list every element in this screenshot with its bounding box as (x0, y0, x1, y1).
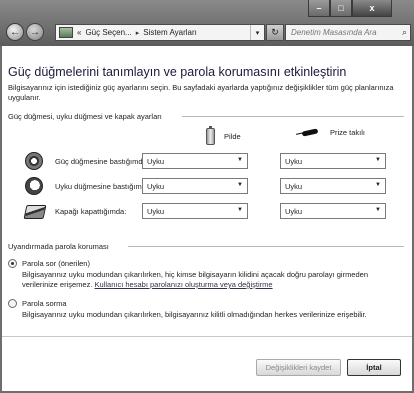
search-icon[interactable]: ⌕ (402, 27, 407, 38)
maximize-button[interactable]: □ (330, 0, 352, 17)
save-changes-button[interactable]: Değişiklikleri kaydet (256, 359, 341, 376)
select-value: Uyku (285, 182, 303, 191)
power-button-plugged-select[interactable]: Uyku ▼ (280, 153, 386, 169)
power-buttons-group-header: Güç düğmesi, uyku düğmesi ve kapak ayarl… (8, 112, 162, 121)
arrow-right-icon: → (30, 26, 40, 38)
breadcrumb-overflow[interactable]: « (77, 28, 81, 37)
chevron-right-icon[interactable]: ▸ (136, 29, 140, 37)
search-input[interactable] (291, 28, 395, 37)
page-title: Güç düğmelerini tanımlayın ve parola kor… (8, 65, 347, 79)
address-dropdown-button[interactable]: ▾ (250, 25, 264, 40)
column-header-plugged: Prize takılı (296, 128, 365, 137)
lid-close-battery-select[interactable]: Uyku ▼ (142, 203, 248, 219)
footer-divider (2, 336, 412, 337)
control-panel-window: – □ x ← → « Güç Seçen... ▸ Sistem Ayarla… (0, 0, 414, 393)
sleep-button-battery-select[interactable]: Uyku ▼ (142, 178, 248, 194)
arrow-left-icon: ← (10, 26, 20, 38)
group-divider (128, 246, 404, 247)
chevron-down-icon: ▼ (237, 207, 243, 213)
chevron-down-icon: ▼ (237, 157, 243, 163)
laptop-lid-icon (23, 205, 47, 219)
no-password-description: Bilgisayarınız uyku modundan çıkarılırke… (22, 310, 367, 319)
battery-icon (206, 126, 215, 145)
sleep-button-plugged-select[interactable]: Uyku ▼ (280, 178, 386, 194)
address-bar[interactable]: « Güç Seçen... ▸ Sistem Ayarları ▾ (55, 24, 265, 41)
refresh-button[interactable]: ↻ (266, 24, 284, 41)
back-button[interactable]: ← (6, 23, 24, 41)
close-button[interactable]: x (352, 0, 392, 17)
column-label-plugged: Prize takılı (330, 128, 366, 137)
power-button-battery-select[interactable]: Uyku ▼ (142, 153, 248, 169)
lid-close-row: Kapağı kapattığımda: Uyku ▼ Uyku ▼ (23, 203, 395, 220)
power-plug-icon (296, 129, 322, 136)
no-password-radio[interactable] (8, 299, 17, 308)
sleep-icon (25, 177, 43, 195)
search-box[interactable]: ⌕ (285, 24, 411, 41)
change-password-link[interactable]: Kullanıcı hesabı parolanızı oluşturma ve… (95, 280, 273, 289)
select-value: Uyku (285, 157, 303, 166)
chevron-down-icon: ▾ (255, 29, 260, 37)
chevron-down-icon: ▼ (375, 182, 381, 188)
require-password-description: Bilgisayarınız uyku modundan çıkarılırke… (22, 270, 402, 290)
require-password-label[interactable]: Parola sor (önerilen) (22, 259, 90, 268)
password-group-header: Uyandırmada parola koruması (8, 242, 109, 251)
lid-close-label: Kapağı kapattığımda: (55, 207, 127, 216)
title-bar: – □ x ← → « Güç Seçen... ▸ Sistem Ayarla… (0, 0, 414, 46)
select-value: Uyku (285, 207, 303, 216)
breadcrumb-system-settings[interactable]: Sistem Ayarları (143, 28, 197, 37)
breadcrumb-power-options[interactable]: Güç Seçen... (85, 28, 131, 37)
chevron-down-icon: ▼ (237, 182, 243, 188)
select-value: Uyku (147, 182, 165, 191)
column-header-battery: Pilde (206, 126, 241, 145)
select-value: Uyku (147, 157, 165, 166)
forward-button[interactable]: → (26, 23, 44, 41)
power-button-row: Güç düğmesine bastığımda: Uyku ▼ Uyku ▼ (25, 152, 395, 170)
page-description: Bilgisayarınız için istediğiniz güç ayar… (8, 83, 394, 102)
no-password-label[interactable]: Parola sorma (22, 299, 67, 308)
group-divider (182, 116, 404, 117)
content-pane: Güç düğmelerini tanımlayın ve parola kor… (2, 46, 412, 391)
chevron-down-icon: ▼ (375, 157, 381, 163)
column-label-battery: Pilde (224, 132, 241, 141)
chevron-down-icon: ▼ (375, 207, 381, 213)
power-icon (25, 152, 43, 170)
window-controls: – □ x (308, 0, 392, 17)
refresh-icon: ↻ (271, 27, 279, 37)
power-button-label: Güç düğmesine bastığımda: (55, 157, 149, 166)
lid-close-plugged-select[interactable]: Uyku ▼ (280, 203, 386, 219)
control-panel-icon (59, 27, 73, 38)
cancel-button[interactable]: İptal (347, 359, 401, 376)
select-value: Uyku (147, 207, 165, 216)
require-password-radio[interactable] (8, 259, 17, 268)
minimize-button[interactable]: – (308, 0, 330, 17)
sleep-button-label: Uyku düğmesine bastığımda: (55, 182, 153, 191)
sleep-button-row: Uyku düğmesine bastığımda: Uyku ▼ Uyku ▼ (25, 177, 395, 195)
